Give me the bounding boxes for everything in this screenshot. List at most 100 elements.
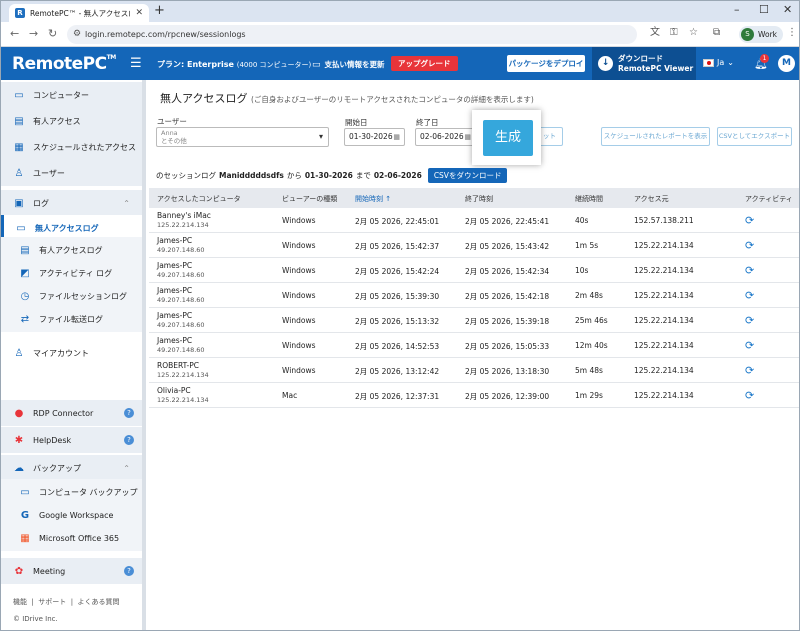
- activity-history-icon[interactable]: ⟳: [745, 389, 754, 402]
- col-computer[interactable]: アクセスしたコンピュータ: [157, 194, 241, 204]
- sidebar-item-logs[interactable]: ▣ ログ ⌃: [1, 190, 142, 216]
- computer-cell: Banney's iMac 125.22.214.134: [157, 211, 211, 229]
- view-scheduled-report-button[interactable]: スケジュールされたレポートを表示: [601, 127, 710, 146]
- sidebar-label: マイアカウント: [33, 348, 89, 358]
- notification-bell-icon[interactable]: 🔔︎ 1: [754, 54, 769, 70]
- col-duration[interactable]: 継続時間: [575, 194, 603, 204]
- footer-link-support[interactable]: サポート: [38, 598, 66, 606]
- start-date-value: 01-30-2026: [349, 132, 393, 141]
- end-date-input[interactable]: 02-06-2026 ▦: [415, 128, 476, 146]
- url-bar[interactable]: ⚙ login.remotepc.com/rpcnew/sessionlogs: [67, 25, 637, 44]
- plan-info: プラン: Enterprise (4000 コンピューター): [157, 59, 311, 70]
- calendar-icon[interactable]: ▦: [464, 129, 471, 145]
- sidebar-label: 有人アクセス: [33, 116, 81, 126]
- start-time-cell: 2月 05 2026, 12:37:31: [355, 392, 440, 401]
- sidebar-label: 無人アクセスログ: [35, 223, 99, 233]
- translate-icon[interactable]: 文: [650, 27, 660, 39]
- table-row[interactable]: ROBERT-PC 125.22.214.134 Windows 2月 05 2026…: [149, 358, 799, 383]
- source-ip-cell: 125.22.214.134: [634, 241, 694, 250]
- source-ip-cell: 125.22.214.134: [634, 266, 694, 275]
- col-viewer[interactable]: ビューアーの種類: [282, 194, 337, 204]
- maximize-icon[interactable]: ☐: [759, 3, 769, 17]
- update-billing-link[interactable]: ▭ 支払い情報を更新: [312, 59, 385, 70]
- remotepc-logo[interactable]: RemotePCTM: [12, 54, 116, 74]
- hamburger-menu-icon[interactable]: ☰: [130, 56, 142, 71]
- user-avatar[interactable]: M: [778, 55, 795, 72]
- sidebar-item-scheduled[interactable]: ▦ スケジュールされたアクセス: [1, 134, 142, 160]
- start-date-input[interactable]: 01-30-2026 ▦: [344, 128, 405, 146]
- language-selector[interactable]: Ja ⌄: [703, 58, 734, 67]
- back-icon[interactable]: ←: [10, 28, 19, 40]
- deploy-package-button[interactable]: パッケージをデプロイ: [507, 55, 585, 72]
- help-icon[interactable]: ?: [124, 435, 134, 445]
- source-ip-cell: 125.22.214.134: [634, 341, 694, 350]
- sidebar-item-file-transfer-log[interactable]: ⇄ ファイル転送ログ: [1, 306, 142, 332]
- sidebar-item-computers[interactable]: ▭ コンピューター: [1, 82, 142, 108]
- browser-window: R RemotePC™ - 無人アクセスログ ✕ + – ☐ ✕ ← → ↻ ⚙…: [0, 0, 800, 631]
- site-info-icon[interactable]: ⚙: [73, 29, 81, 39]
- activity-history-icon[interactable]: ⟳: [745, 239, 754, 252]
- tab-title: RemotePC™ - 無人アクセスログ: [30, 8, 130, 18]
- forward-icon[interactable]: →: [29, 28, 38, 40]
- extensions-icon[interactable]: ⧉: [713, 27, 720, 39]
- sidebar-item-rdp[interactable]: ● RDP Connector?: [1, 400, 142, 426]
- duration-cell: 40s: [575, 216, 589, 225]
- sidebar-item-users[interactable]: ♙ ユーザー: [1, 160, 142, 186]
- sidebar-item-office365[interactable]: ▦ Microsoft Office 365: [1, 525, 142, 551]
- session-to: まで: [355, 171, 371, 180]
- sidebar-item-helpdesk[interactable]: ✱ HelpDesk?: [1, 427, 142, 453]
- sidebar-item-my-account[interactable]: ♙ マイアカウント: [1, 340, 142, 366]
- help-icon[interactable]: ?: [124, 408, 134, 418]
- activity-history-icon[interactable]: ⟳: [745, 264, 754, 277]
- viewer-cell: Mac: [282, 391, 298, 400]
- sidebar-label: アクティビティ ログ: [39, 268, 113, 278]
- sidebar-item-meeting[interactable]: ✿ Meeting?: [1, 558, 142, 584]
- close-window-icon[interactable]: ✕: [783, 3, 792, 17]
- table-row[interactable]: James-PC 49.207.148.60 Windows 2月 05 2026, …: [149, 283, 799, 308]
- source-ip-cell: 125.22.214.134: [634, 316, 694, 325]
- cloud-backup-icon: ☁: [14, 462, 24, 474]
- source-ip-cell: 125.22.214.134: [634, 291, 694, 300]
- reload-icon[interactable]: ↻: [48, 28, 57, 40]
- activity-history-icon[interactable]: ⟳: [745, 314, 754, 327]
- user-select[interactable]: Anna とその他 ▾: [156, 127, 329, 147]
- col-end-time[interactable]: 終了時刻: [465, 194, 493, 204]
- computer-backup-icon: ▭: [20, 486, 30, 498]
- download-viewer-button[interactable]: ↓ ダウンロード RemotePC Viewer: [592, 47, 696, 80]
- minimize-icon[interactable]: –: [734, 3, 740, 17]
- computer-cell: James-PC 49.207.148.60: [157, 336, 205, 354]
- browser-tab[interactable]: R RemotePC™ - 無人アクセスログ ✕: [9, 4, 149, 22]
- activity-history-icon[interactable]: ⟳: [745, 364, 754, 377]
- table-row[interactable]: James-PC 49.207.148.60 Windows 2月 05 2026, …: [149, 258, 799, 283]
- calendar-icon[interactable]: ▦: [393, 129, 400, 145]
- col-source[interactable]: アクセス元: [634, 194, 669, 204]
- col-start-time[interactable]: 開始時刻 ↑: [355, 194, 391, 204]
- table-row[interactable]: James-PC 49.207.148.60 Windows 2月 05 2026, …: [149, 308, 799, 333]
- footer-link-features[interactable]: 機能: [13, 598, 27, 606]
- sidebar-item-attended[interactable]: ▤ 有人アクセス: [1, 108, 142, 134]
- table-row[interactable]: Banney's iMac 125.22.214.134 Windows 2月 05 …: [149, 208, 799, 233]
- sidebar-item-backup[interactable]: ☁ バックアップ ⌃: [1, 455, 142, 481]
- profile-button[interactable]: S Work: [739, 26, 783, 43]
- duration-cell: 1m 29s: [575, 391, 603, 400]
- activity-history-icon[interactable]: ⟳: [745, 339, 754, 352]
- table-row[interactable]: James-PC 49.207.148.60 Windows 2月 05 2026, …: [149, 333, 799, 358]
- help-icon[interactable]: ?: [124, 566, 134, 576]
- user-icon: ♙: [14, 167, 24, 179]
- bookmark-star-icon[interactable]: ☆: [689, 27, 698, 39]
- download-csv-button[interactable]: CSVをダウンロード: [427, 168, 508, 183]
- generate-button[interactable]: 生成: [483, 120, 533, 156]
- footer-link-faq[interactable]: よくある質問: [78, 598, 120, 606]
- browser-menu-icon[interactable]: ⋮: [787, 27, 797, 39]
- main-content: 無人アクセスログ (ご自身およびユーザーのリモートアクセスされたコンピュータの詳…: [149, 80, 799, 630]
- activity-history-icon[interactable]: ⟳: [745, 214, 754, 227]
- upgrade-button[interactable]: アップグレード: [391, 56, 458, 71]
- activity-history-icon[interactable]: ⟳: [745, 289, 754, 302]
- password-key-icon[interactable]: ⚿: [670, 27, 678, 39]
- table-row[interactable]: Olivia-PC 125.22.214.134 Mac 2月 05 2026, 12…: [149, 383, 799, 408]
- new-tab-icon[interactable]: +: [154, 4, 165, 18]
- table-row[interactable]: James-PC 49.207.148.60 Windows 2月 05 2026, …: [149, 233, 799, 258]
- close-tab-icon[interactable]: ✕: [135, 8, 143, 18]
- export-csv-button[interactable]: CSVとしてエクスポート: [717, 127, 792, 146]
- sidebar-label: スケジュールされたアクセス: [33, 142, 137, 152]
